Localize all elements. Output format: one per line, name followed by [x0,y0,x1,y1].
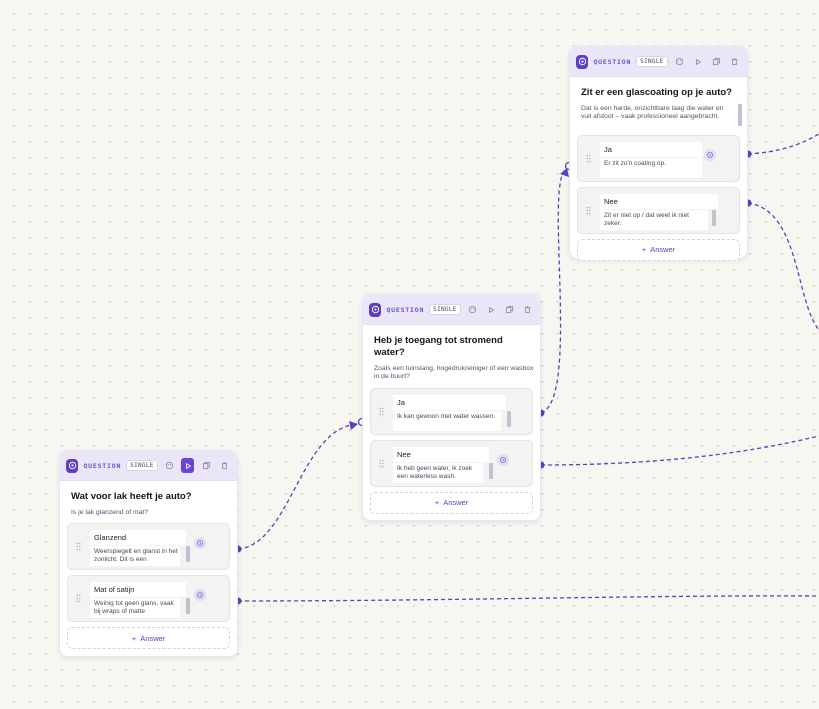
scrollbar[interactable] [507,410,511,427]
drag-handle-icon[interactable] [76,594,81,605]
plus-icon: + [641,245,647,255]
edge-arrowhead [349,421,358,430]
question-title[interactable]: Wat voor lak heeft je auto? [71,491,230,503]
question-description[interactable]: Zoals een tuinslang, hogedrukreiniger of… [374,365,534,382]
goto-icon[interactable] [497,453,509,466]
node-header[interactable]: QUESTION SINGLE [570,47,747,77]
add-answer-button[interactable]: + Answer [67,627,230,650]
answer-description[interactable]: Er zit zo'n coating op. [600,157,702,178]
palette-icon[interactable] [163,458,176,473]
question-node-paint-type[interactable]: QUESTION SINGLE Wat voor lak heeft je au… [59,450,238,657]
question-icon [576,54,589,69]
add-answer-label: Answer [650,245,676,255]
goto-icon[interactable] [194,537,206,550]
node-type-label: QUESTION [83,461,122,470]
node-header[interactable]: QUESTION SINGLE [60,451,237,481]
duplicate-icon[interactable] [502,302,515,317]
answer-option[interactable]: Mat of satijn Weinig tot geen glans, vaa… [67,575,230,623]
edge-water-nee-to-offscreen [540,435,819,466]
question-icon [369,302,382,317]
scrollbar[interactable] [489,462,493,479]
trash-icon[interactable] [728,54,741,69]
question-node-water-access[interactable]: QUESTION SINGLE Heb je toegang tot strom… [362,294,541,521]
add-answer-button[interactable]: + Answer [577,238,740,261]
play-icon[interactable] [181,458,195,473]
answer-option[interactable]: Ja Er zit zo'n coating op. [577,134,740,182]
trash-icon[interactable] [218,458,231,473]
duplicate-icon[interactable] [709,54,722,69]
answer-label[interactable]: Nee [393,446,489,462]
answer-description[interactable]: Ik heb geen water, ik zoek een waterless… [393,462,483,483]
scrollbar[interactable] [712,209,716,226]
answer-option[interactable]: Nee Zit er niet op / dat weet ik niet ze… [577,186,740,234]
add-answer-label: Answer [443,498,469,508]
palette-icon[interactable] [673,54,686,69]
drag-handle-icon[interactable] [586,153,591,164]
answer-option[interactable]: Ja Ik kan gewoon met water wassen. [370,387,533,435]
edge-coating-ja-to-offscreen [747,133,819,155]
answer-label[interactable]: Ja [393,394,506,410]
answer-label[interactable]: Glanzend [90,530,186,546]
edge-glanzend-to-water [237,423,357,550]
question-description[interactable]: Is je lak glanzend of mat? [71,509,230,517]
edge-coating-nee-to-offscreen [747,202,819,331]
play-icon[interactable] [484,302,497,317]
answer-option[interactable]: Nee Ik heb geen water, ik zoek een water… [370,439,533,487]
answer-description[interactable]: Weerspiegelt en glanst in het zonlicht. … [90,546,180,567]
node-header[interactable]: QUESTION SINGLE [363,295,540,325]
scrollbar[interactable] [186,546,190,563]
node-type-badge[interactable]: SINGLE [126,460,158,471]
duplicate-icon[interactable] [199,458,212,473]
node-type-label: QUESTION [593,57,632,66]
drag-handle-icon[interactable] [379,458,384,469]
add-answer-button[interactable]: + Answer [370,491,533,514]
trash-icon[interactable] [521,302,534,317]
question-title[interactable]: Zit er een glascoating op je auto? [581,87,740,99]
play-icon[interactable] [691,54,704,69]
scrollbar[interactable] [186,598,190,615]
question-node-glass-coating[interactable]: QUESTION SINGLE Zit er een glascoating o… [569,46,748,261]
plus-icon: + [131,633,137,643]
answer-description[interactable]: Zit er niet op / dat weet ik niet zeker. [600,209,708,230]
answer-option[interactable]: Glanzend Weerspiegelt en glanst in het z… [67,523,230,571]
answer-label[interactable]: Nee [600,193,718,209]
edge-water-ja-to-coating [540,169,566,414]
question-icon [66,458,79,473]
node-type-badge[interactable]: SINGLE [429,304,461,315]
goto-icon[interactable] [704,148,716,161]
answer-label[interactable]: Ja [600,141,702,157]
edge-arrowhead [560,168,569,177]
answer-description[interactable]: Weinig tot geen glans, vaak bij wraps of… [90,598,180,619]
goto-icon[interactable] [194,589,206,602]
question-title[interactable]: Heb je toegang tot stromend water? [374,335,514,359]
add-answer-label: Answer [140,633,166,643]
drag-handle-icon[interactable] [586,205,591,216]
node-type-badge[interactable]: SINGLE [636,56,668,67]
question-description[interactable]: Dat is een harde, onzichtbare laag die w… [581,105,733,129]
drag-handle-icon[interactable] [76,542,81,553]
scrollbar[interactable] [738,104,742,126]
drag-handle-icon[interactable] [379,406,384,417]
plus-icon: + [434,498,440,508]
node-type-label: QUESTION [386,305,425,314]
answer-label[interactable]: Mat of satijn [90,582,186,598]
palette-icon[interactable] [466,302,479,317]
edge-mat-to-offscreen [237,595,819,602]
answer-description[interactable]: Ik kan gewoon met water wassen. [393,410,501,431]
